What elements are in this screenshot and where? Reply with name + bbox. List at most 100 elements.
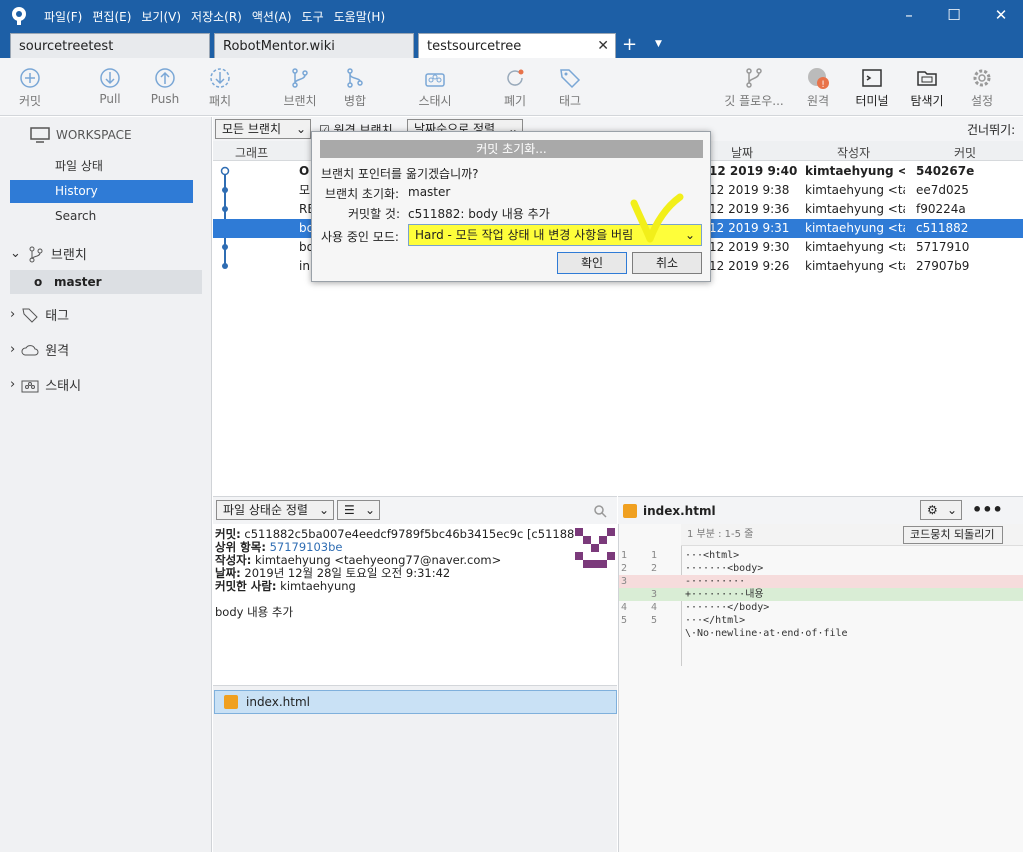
parent-link[interactable]: 57179103be [270,540,343,554]
ok-button[interactable]: 확인 [557,252,627,274]
tab-testsourcetree[interactable]: testsourcetree ✕ [418,33,616,58]
discard-button[interactable]: 폐기 [485,58,545,109]
push-button[interactable]: Push [135,58,195,106]
diff-line-added: 3 +·········내용 [619,588,1023,601]
reset-mode-value: Hard - 모든 작업 상태 내 변경 사항을 버림 [415,228,634,242]
title-bar: 파일(F) 편집(E) 보기(V) 저장소(R) 액션(A) 도구 도움말(H)… [0,0,1023,31]
branches-label: 브랜치 [50,248,87,263]
old-line-number: 3 [621,576,628,587]
push-label: Push [150,92,180,106]
menu-repository[interactable]: 저장소(R) [191,8,242,25]
commit-hash: 27907b9 [916,259,970,273]
column-graph[interactable]: 그래프 [235,144,268,161]
patch-label: 패치 [208,94,232,108]
diff-header: index.html ⚙ ⌄ ••• [618,496,1023,524]
file-sort-select[interactable]: 파일 상태순 정렬 ⌄ [216,500,334,520]
terminal-button[interactable]: 터미널 [842,58,902,109]
menu-help[interactable]: 도움말(H) [334,8,386,25]
new-line-number: 3 [651,589,658,600]
gitflow-button[interactable]: 깃 플로우... [718,58,790,109]
commit-date: 12 2019 9:31 [709,221,790,235]
commit-button[interactable]: 커밋 [0,58,60,109]
committer-value: kimtaehyung [280,579,356,593]
stash-icon [21,380,39,392]
remote-button[interactable]: ! 원격 [788,58,848,109]
chevron-down-icon: ⌄ [364,503,375,517]
branch-name: master [54,275,102,289]
add-tab-icon[interactable]: + [622,31,637,58]
sidebar-item-master[interactable]: o master [10,270,202,294]
branch-filter-select[interactable]: 모든 브랜치 ⌄ [215,119,311,139]
revert-hunk-button[interactable]: 코드뭉치 되돌리기 [903,526,1003,544]
explorer-button[interactable]: 탐색기 [897,58,957,109]
patch-icon [210,68,230,88]
close-tab-icon[interactable]: ✕ [597,34,609,59]
patch-button[interactable]: 패치 [190,58,250,109]
tab-sourcetreetest[interactable]: sourcetreetest [10,33,210,58]
sidebar-item-file-status[interactable]: 파일 상태 [10,155,193,178]
view-mode-select[interactable]: ☰ ⌄ [337,500,380,520]
close-icon[interactable]: ✕ [991,5,1011,25]
terminal-label: 터미널 [855,94,889,108]
reset-mode-label: 사용 중인 모드: [321,230,399,244]
search-icon[interactable] [593,504,607,518]
branch-button[interactable]: 브랜치 [270,58,330,109]
hunk-range: 1 부분 : 1-5 줄 [687,529,754,540]
merge-button[interactable]: 병합 [325,58,385,109]
sidebar-item-label: 파일 상태 [55,159,103,173]
more-options-icon[interactable]: ••• [972,500,1003,519]
tag-button[interactable]: 태그 [540,58,600,109]
line-code: ·······</body> [685,602,770,613]
sidebar-item-search[interactable]: Search [10,205,193,228]
tab-robotmentor-wiki[interactable]: RobotMentor.wiki [214,33,414,58]
cancel-button[interactable]: 취소 [632,252,702,274]
settings-button[interactable]: 설정 [952,58,1012,109]
sidebar: WORKSPACE 파일 상태 History Search ⌄ 브랜치 o m… [0,117,212,852]
sidebar-tags-section[interactable]: › 태그 [10,305,69,324]
stash-label: 스태시 [418,94,452,108]
stash-button[interactable]: 스태시 [405,58,465,109]
menu-file[interactable]: 파일(F) [44,8,82,25]
list-item[interactable]: index.html [214,690,617,714]
sidebar-remotes-section[interactable]: › 원격 [10,340,69,359]
menu-view[interactable]: 보기(V) [141,8,181,25]
new-line-number: 4 [651,602,658,613]
menu-actions[interactable]: 액션(A) [252,8,292,25]
pull-button[interactable]: Pull [80,58,140,106]
maximize-icon[interactable]: ☐ [944,5,964,25]
chevron-down-icon: ⌄ [295,122,306,136]
plus-circle-icon [20,68,40,88]
menu-tools[interactable]: 도구 [302,8,324,25]
commit-author: kimtaehyung <ta [805,164,905,178]
sidebar-item-label: Search [55,209,97,223]
tab-menu-chevron-icon[interactable]: ▼ [655,31,662,58]
sidebar-stashes-section[interactable]: › 스태시 [10,375,81,394]
author-label: 작성자: [215,553,252,567]
stashes-label: 스태시 [45,379,82,394]
diff-options-button[interactable]: ⚙ ⌄ [920,500,962,520]
branch-reset-value: master [408,185,451,199]
menu-edit[interactable]: 편집(E) [92,8,131,25]
commit-label: 커밋 [18,94,42,108]
branch-reset-label: 브랜치 초기화: [325,187,400,201]
chevron-down-icon: ⌄ [946,503,957,517]
commit-date: 12 2019 9:38 [709,183,790,197]
tag-icon [22,308,38,323]
hunk-header: 1 부분 : 1-5 줄 코드뭉치 되돌리기 [681,524,1023,546]
column-commit[interactable]: 커밋 [954,144,976,161]
workspace-header: WORKSPACE [30,127,132,143]
commit-details: 커밋: c511882c5ba007e4eedcf9789f5bc46b3415… [213,524,617,684]
repo-tabs: sourcetreetest RobotMentor.wiki testsour… [0,31,1023,58]
sidebar-branches-section[interactable]: ⌄ 브랜치 [10,244,87,263]
line-code: -········· [685,576,746,587]
minimize-icon[interactable]: – [899,5,919,25]
toolbar: 커밋 Pull Push 패치 브랜치 병합 스태시 폐기 태그 깃 플로우..… [0,58,1023,116]
date-label: 날짜: [215,566,241,580]
column-author[interactable]: 작성자 [837,144,870,161]
arrow-down-circle-icon [100,68,120,88]
old-line-number: 5 [621,615,628,626]
sidebar-item-history[interactable]: History [10,180,193,203]
column-date[interactable]: 날짜 [731,144,753,161]
committer-row: 커밋한 사람: kimtaehyung [215,580,615,593]
tag-icon [560,69,581,89]
